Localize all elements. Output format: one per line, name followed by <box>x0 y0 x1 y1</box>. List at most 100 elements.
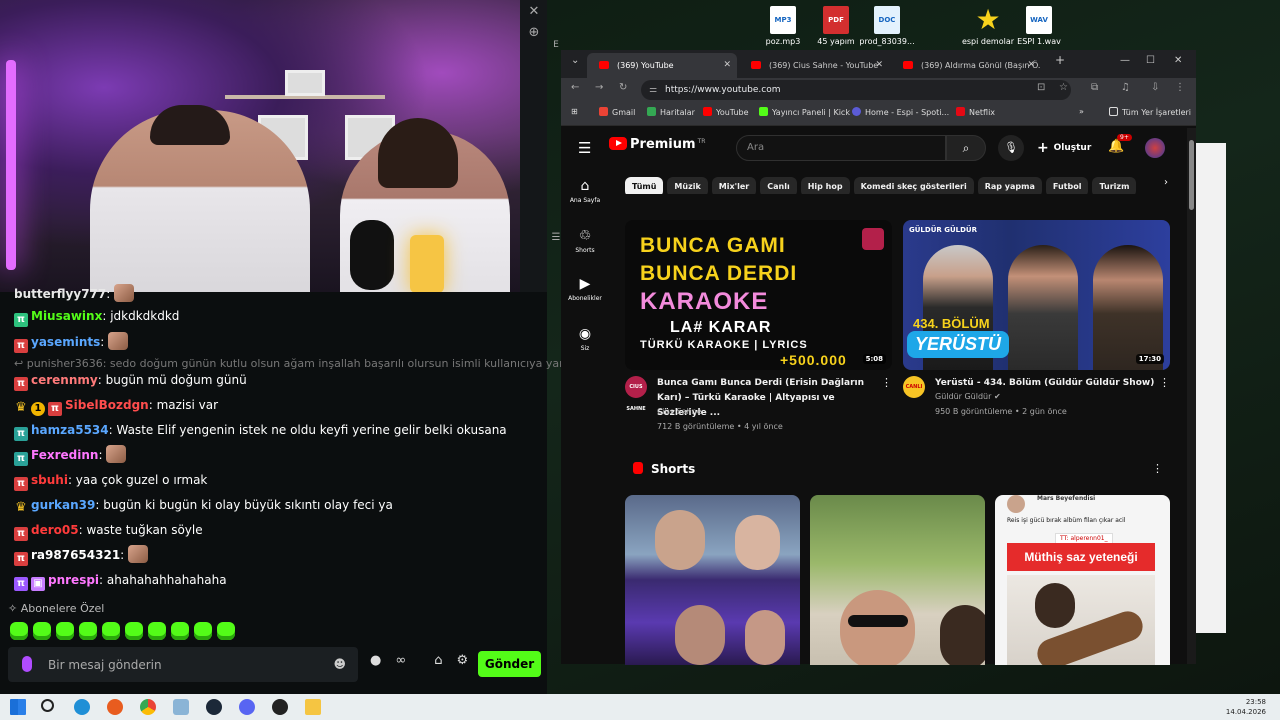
create-button[interactable]: + Oluştur <box>1037 136 1091 160</box>
close-tab-icon[interactable]: ✕ <box>723 53 731 78</box>
install-app-icon[interactable]: ⊡ <box>1037 82 1045 93</box>
emote-button[interactable] <box>10 621 28 640</box>
emote-button[interactable] <box>148 621 166 640</box>
emote-button[interactable] <box>79 621 97 640</box>
chat-message[interactable]: ♛ 1 π SibelBozdgn: mazisi var <box>14 395 218 416</box>
youtube-premium-logo[interactable]: Premium TR <box>609 137 705 152</box>
file-explorer-icon[interactable] <box>305 699 321 715</box>
chat-input-box[interactable]: ☻ <box>8 647 358 682</box>
emote-button[interactable] <box>217 621 235 640</box>
edge-icon[interactable] <box>74 699 90 715</box>
more-bookmarks-icon[interactable]: » <box>1079 107 1084 116</box>
channel-name[interactable]: Güldür Güldür ✔ <box>935 392 1001 401</box>
chat-message[interactable]: π sbuhi: yaa çok guzel o ırmak <box>14 470 207 491</box>
bookmark-kick[interactable]: Yayıncı Paneli | Kick <box>759 107 850 117</box>
chat-username[interactable]: Fexredinn <box>31 448 98 462</box>
tab-youtube[interactable]: (369) YouTube ✕ <box>587 53 737 78</box>
chip-rap[interactable]: Rap yapma <box>977 177 1042 194</box>
system-clock[interactable]: 23:58 14.04.2026 <box>1226 697 1266 717</box>
notifications-bell-icon[interactable]: 🔔 9+ <box>1108 134 1132 154</box>
video-thumbnail[interactable]: GÜLDÜR GÜLDÜR 434. BÖLÜM YERÜSTÜ 17:30 <box>903 220 1170 370</box>
obs-icon[interactable] <box>272 699 288 715</box>
microphone-icon[interactable] <box>22 656 32 672</box>
chip-music[interactable]: Müzik <box>667 177 708 194</box>
back-icon[interactable]: ← <box>571 82 579 93</box>
files-icon[interactable] <box>173 699 189 715</box>
app-icon[interactable] <box>107 699 123 715</box>
stream-video[interactable] <box>0 0 520 292</box>
close-tab-icon[interactable]: ✕ <box>875 53 883 78</box>
chat-message[interactable]: ♛ gurkan39: bugün ki bugün ki olay büyük … <box>14 495 393 515</box>
chat-username[interactable]: hamza5534 <box>31 423 109 437</box>
maximize-icon[interactable]: ☐ <box>1146 55 1155 66</box>
chip-live[interactable]: Canlı <box>760 177 797 194</box>
windows-start-icon[interactable] <box>10 699 26 715</box>
short-video-card[interactable]: Mars Beyefendisi Reis işi gücü bırak alb… <box>995 495 1170 665</box>
chat-message[interactable]: butterflyy777: <box>14 284 135 304</box>
chat-message-input[interactable] <box>48 655 328 675</box>
video-thumbnail[interactable]: BUNCA GAMI BUNCA DERDI KARAOKE LA# KARAR… <box>625 220 892 370</box>
channel-name[interactable]: Cius Sahne <box>657 407 702 416</box>
search-input[interactable]: Ara <box>736 135 946 161</box>
chat-message[interactable]: π Fexredinn: <box>14 445 127 466</box>
extensions-icon[interactable]: ⧉ <box>1091 82 1098 93</box>
chrome-menu-icon[interactable]: ⋮ <box>1175 82 1185 93</box>
search-icon[interactable] <box>41 699 54 712</box>
chat-username[interactable]: pnrespi <box>48 573 99 587</box>
close-tab-icon[interactable]: ✕ <box>1027 53 1035 78</box>
store-icon[interactable]: ⌂ <box>434 653 442 668</box>
chip-hiphop[interactable]: Hip hop <box>800 177 850 194</box>
chat-username[interactable]: dero05 <box>31 523 79 537</box>
chrome-icon[interactable] <box>140 699 156 715</box>
account-avatar[interactable] <box>1145 138 1165 158</box>
scrollbar-thumb[interactable] <box>1189 140 1194 210</box>
download-icon[interactable]: ⇩ <box>1151 82 1159 93</box>
close-window-icon[interactable]: ✕ <box>1174 55 1182 66</box>
chip-all[interactable]: Tümü <box>625 177 664 194</box>
steam-icon[interactable] <box>206 699 222 715</box>
all-bookmarks[interactable]: Tüm Yer İşaretleri <box>1109 107 1191 117</box>
emote-button[interactable] <box>102 621 120 640</box>
chat-message[interactable]: π yasemints: <box>14 332 129 353</box>
site-info-icon[interactable]: ⚌ <box>649 80 657 100</box>
chat-message[interactable]: π cerennmy: bugün mü doğum günü <box>14 370 247 391</box>
minimize-icon[interactable]: — <box>1120 55 1130 66</box>
chat-username[interactable]: sbuhi <box>31 473 68 487</box>
emote-button[interactable] <box>125 621 143 640</box>
chat-username[interactable]: ra987654321 <box>31 548 120 562</box>
emote-button[interactable] <box>194 621 212 640</box>
emote-button[interactable] <box>56 621 74 640</box>
chip-comedy[interactable]: Komedi skeç gösterileri <box>853 177 974 194</box>
chat-username[interactable]: gurkan39 <box>31 498 95 512</box>
chat-message[interactable]: π Miusawinx: jdkdkdkdkd <box>14 306 179 327</box>
channel-avatar[interactable]: CANLI <box>903 376 925 398</box>
chevron-right-icon[interactable]: › <box>1164 177 1168 188</box>
guide-shorts[interactable]: ♲ Shorts <box>561 228 609 254</box>
chat-message[interactable]: π hamza5534: Waste Elif yengenin istek ne… <box>14 420 507 441</box>
bookmark-youtube[interactable]: YouTube <box>703 107 749 117</box>
tab-aldirma-gonul[interactable]: (369) Aldırma Gönül (Başın Ö... ✕ <box>891 53 1041 78</box>
zoom-icon[interactable]: ⊕ <box>526 25 542 41</box>
chat-username[interactable]: cerennmy <box>31 373 98 387</box>
chat-username[interactable]: butterflyy777 <box>14 287 106 301</box>
forward-icon[interactable]: → <box>595 82 603 93</box>
kick-points-icon[interactable]: ● ∞ <box>370 653 420 668</box>
guide-you[interactable]: ◉ Siz <box>561 326 609 352</box>
short-video-card[interactable] <box>625 495 800 665</box>
chat-message[interactable]: π dero05: waste tuğkan söyle <box>14 520 203 541</box>
more-actions-icon[interactable]: ⋮ <box>881 376 892 389</box>
tab-cius-sahne[interactable]: (369) Cius Sahne - YouTube ✕ <box>739 53 889 78</box>
apps-grid-icon[interactable]: ⊞ <box>571 107 578 116</box>
chat-username[interactable]: SibelBozdgn <box>65 398 149 412</box>
bookmark-spotify[interactable]: Home - Espi - Spoti... <box>852 107 949 117</box>
chip-mixes[interactable]: Mix'ler <box>711 177 757 194</box>
more-actions-icon[interactable]: ⋮ <box>1152 462 1163 475</box>
media-control-icon[interactable]: ♫ <box>1121 82 1130 93</box>
guide-subscriptions[interactable]: ▶ Abonelikler <box>561 276 609 302</box>
chip-tourism[interactable]: Turizm <box>1092 177 1137 194</box>
guide-home[interactable]: ⌂ Ana Sayfa <box>561 178 609 204</box>
chat-message[interactable]: π ▣ pnrespi: ahahahahhahahaha <box>14 570 227 591</box>
discord-icon[interactable] <box>239 699 255 715</box>
new-tab-icon[interactable]: + <box>1055 53 1065 67</box>
chat-username[interactable]: yasemints <box>31 335 100 349</box>
